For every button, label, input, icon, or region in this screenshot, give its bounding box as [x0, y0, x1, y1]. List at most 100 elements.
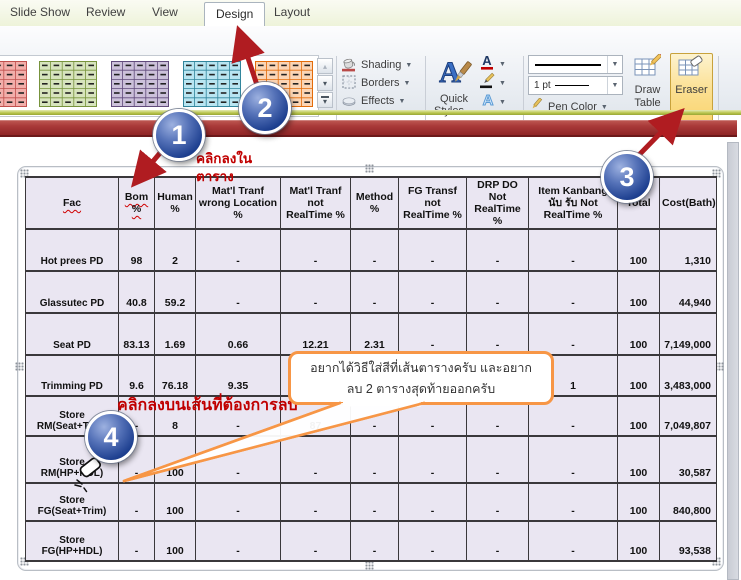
table-cell[interactable]: -: [467, 313, 529, 355]
table-cell[interactable]: -: [467, 436, 529, 483]
table-cell[interactable]: 12.21: [281, 313, 351, 355]
gallery-more-button[interactable]: ▾: [317, 92, 333, 108]
table-cell[interactable]: -: [399, 271, 467, 313]
table-cell[interactable]: -: [529, 436, 618, 483]
table-cell[interactable]: -: [529, 521, 618, 561]
borders-button[interactable]: Borders▼: [341, 74, 425, 92]
table-cell[interactable]: -: [119, 521, 155, 561]
table-cell[interactable]: -: [529, 229, 618, 271]
table-cell[interactable]: -: [281, 229, 351, 271]
table-cell[interactable]: -: [196, 229, 281, 271]
table-cell[interactable]: -: [196, 521, 281, 561]
table-cell[interactable]: -: [281, 271, 351, 313]
table-cell[interactable]: -: [351, 436, 399, 483]
table-style-thumbnail-blue[interactable]: [183, 61, 241, 107]
table-header-cell[interactable]: FG Transf not RealTime %: [399, 177, 467, 229]
table-cell[interactable]: -: [467, 271, 529, 313]
table-cell[interactable]: 44,940: [660, 271, 717, 313]
table-row-label[interactable]: Trimming PD: [26, 355, 119, 396]
table-cell[interactable]: 840,800: [660, 483, 717, 521]
table-cell[interactable]: -: [351, 271, 399, 313]
table-cell[interactable]: 30,587: [660, 436, 717, 483]
table-cell[interactable]: 9.6: [119, 355, 155, 396]
table-header-cell[interactable]: DRP DO Not RealTime %: [467, 177, 529, 229]
effects-button[interactable]: Effects▼: [341, 92, 425, 110]
table-cell[interactable]: 2.31: [351, 313, 399, 355]
table-cell[interactable]: -: [196, 483, 281, 521]
table-style-thumbnail-red[interactable]: [0, 61, 27, 107]
table-header-cell[interactable]: Cost(Bath): [660, 177, 717, 229]
table-cell[interactable]: 100: [618, 483, 660, 521]
table-cell[interactable]: 98: [119, 229, 155, 271]
table-row-label[interactable]: Hot prees PD: [26, 229, 119, 271]
tab-view[interactable]: View: [152, 5, 178, 19]
table-cell[interactable]: -: [281, 483, 351, 521]
table-cell[interactable]: -: [351, 229, 399, 271]
table-cell[interactable]: -: [351, 483, 399, 521]
vertical-scrollbar[interactable]: [727, 142, 739, 580]
table-row-label[interactable]: Seat PD: [26, 313, 119, 355]
table-resize-handle[interactable]: [365, 561, 374, 570]
table-style-thumbnail-green[interactable]: [39, 61, 97, 107]
table-cell[interactable]: 1,310: [660, 229, 717, 271]
table-cell[interactable]: 1.69: [155, 313, 196, 355]
table-cell[interactable]: 83.13: [119, 313, 155, 355]
shading-button[interactable]: Shading▼: [341, 56, 425, 74]
gallery-scroll-down-button[interactable]: ▾: [317, 75, 333, 91]
text-effects-button[interactable]: A ▼: [479, 93, 517, 111]
table-cell[interactable]: -: [119, 483, 155, 521]
table-row-label[interactable]: Glassutec PD: [26, 271, 119, 313]
table-cell[interactable]: -: [529, 313, 618, 355]
table-resize-handle[interactable]: [365, 164, 374, 173]
tab-slide-show[interactable]: Slide Show: [10, 5, 70, 19]
tab-design[interactable]: Design: [204, 2, 265, 27]
table-cell[interactable]: 100: [155, 483, 196, 521]
table-cell[interactable]: -: [281, 521, 351, 561]
table-cell[interactable]: 100: [618, 396, 660, 436]
table-cell[interactable]: -: [467, 229, 529, 271]
table-style-thumbnail-purple[interactable]: [111, 61, 169, 107]
table-cell[interactable]: 3,483,000: [660, 355, 717, 396]
table-row-label[interactable]: Store FG(Seat+Trim): [26, 483, 119, 521]
table-cell[interactable]: -: [196, 436, 281, 483]
table-cell[interactable]: -: [399, 521, 467, 561]
table-cell[interactable]: 100: [618, 521, 660, 561]
table-cell[interactable]: -: [467, 483, 529, 521]
table-resize-handle[interactable]: [15, 362, 24, 371]
table-header-cell[interactable]: Bom %: [119, 177, 155, 229]
table-cell[interactable]: 93,538: [660, 521, 717, 561]
table-row-label[interactable]: Store FG(HP+HDL): [26, 521, 119, 561]
table-cell[interactable]: -: [529, 271, 618, 313]
table-cell[interactable]: -: [351, 521, 399, 561]
table-cell[interactable]: -: [281, 436, 351, 483]
table-cell[interactable]: 40.8: [119, 271, 155, 313]
table-cell[interactable]: -: [399, 313, 467, 355]
table-cell[interactable]: 0.66: [196, 313, 281, 355]
tab-review[interactable]: Review: [86, 5, 125, 19]
table-cell[interactable]: 9.35: [196, 355, 281, 396]
table-cell[interactable]: -: [399, 229, 467, 271]
table-cell[interactable]: -: [467, 521, 529, 561]
table-header-cell[interactable]: Mat'l Tranf not RealTime %: [281, 177, 351, 229]
table-cell[interactable]: 7,049,807: [660, 396, 717, 436]
table-cell[interactable]: 100: [618, 313, 660, 355]
text-fill-button[interactable]: A ▼: [479, 55, 517, 73]
table-cell[interactable]: 59.2: [155, 271, 196, 313]
table-cell[interactable]: 2: [155, 229, 196, 271]
table-cell[interactable]: -: [399, 436, 467, 483]
table-cell[interactable]: -: [196, 271, 281, 313]
table-cell[interactable]: 100: [618, 355, 660, 396]
table-cell[interactable]: 100: [155, 436, 196, 483]
pen-style-select[interactable]: ▼: [528, 55, 623, 74]
tab-layout[interactable]: Layout: [274, 5, 310, 19]
table-cell[interactable]: 76.18: [155, 355, 196, 396]
table-header-cell[interactable]: Fac: [26, 177, 119, 229]
table-cell[interactable]: -: [529, 483, 618, 521]
table-cell[interactable]: 100: [618, 229, 660, 271]
table-header-cell[interactable]: Human %: [155, 177, 196, 229]
pen-weight-select[interactable]: 1 pt ▼: [528, 76, 623, 95]
text-outline-button[interactable]: ▼: [479, 74, 517, 92]
gallery-scroll-up-button[interactable]: ▴: [317, 58, 333, 74]
table-header-cell[interactable]: Method %: [351, 177, 399, 229]
table-cell[interactable]: 100: [155, 521, 196, 561]
